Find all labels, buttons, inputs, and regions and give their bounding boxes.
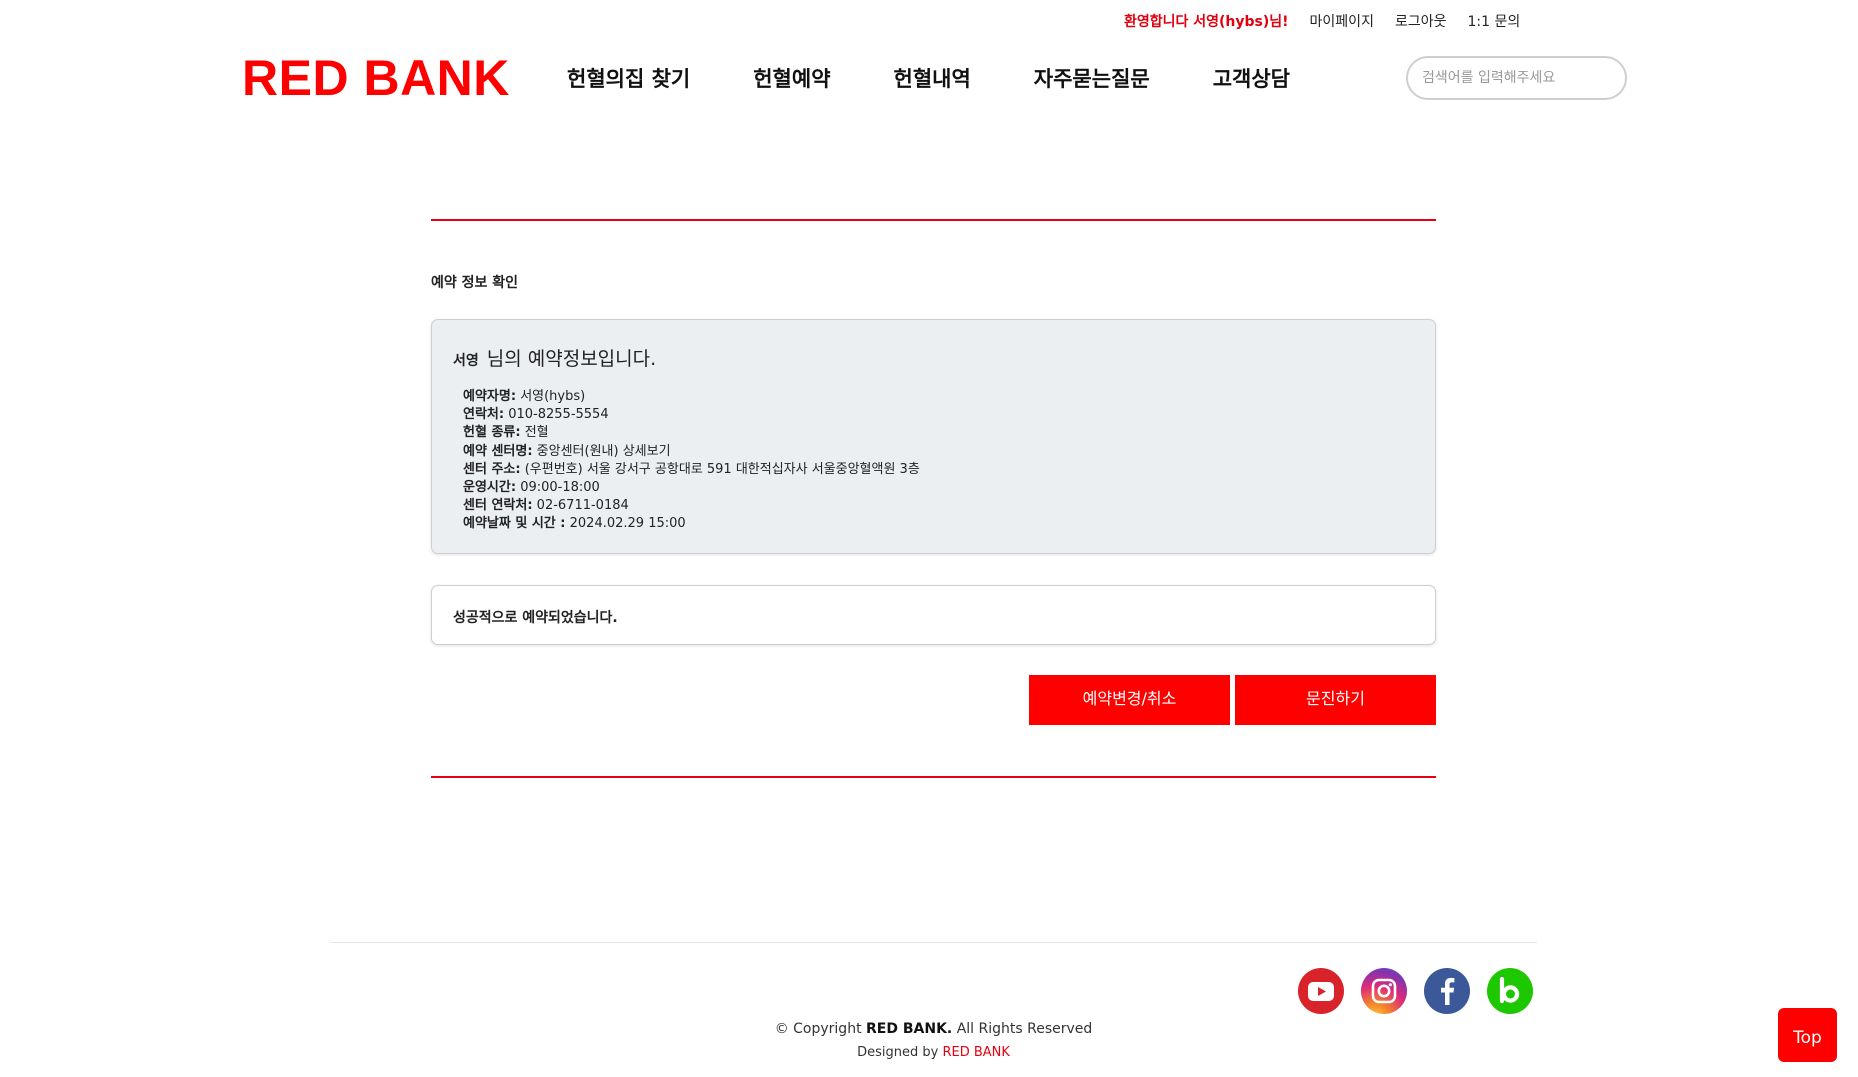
copyright: © Copyright RED BANK. All Rights Reserve… — [0, 1021, 1858, 1037]
info-label: 센터 주소: — [463, 461, 521, 477]
designed-prefix: Designed by — [857, 1045, 939, 1060]
nav-reservation[interactable]: 헌혈예약 — [753, 64, 830, 94]
facebook-icon[interactable] — [1424, 968, 1470, 1014]
band-icon[interactable] — [1487, 968, 1533, 1014]
info-label: 운영시간: — [463, 480, 517, 496]
sns-links — [1298, 968, 1533, 1014]
nav-find-center[interactable]: 헌혈의집 찾기 — [567, 64, 690, 94]
logo[interactable]: RED BANK — [242, 53, 510, 103]
greeting: 서영 님의 예약정보입니다. — [453, 344, 656, 371]
info-row: 운영시간: 09:00-18:00 — [463, 479, 920, 497]
info-row: 예약 센터명: 중앙센터(원내) 상세보기 — [463, 443, 920, 461]
nav-history[interactable]: 헌혈내역 — [894, 64, 971, 94]
scroll-top-button[interactable]: Top — [1778, 1008, 1837, 1062]
greeting-name: 서영 — [453, 353, 479, 369]
result-message: 성공적으로 예약되었습니다. — [453, 610, 618, 626]
mypage-link[interactable]: 마이페이지 — [1310, 11, 1374, 31]
search-input[interactable] — [1406, 56, 1627, 100]
top-divider — [431, 219, 1436, 221]
info-label: 예약 센터명: — [463, 443, 533, 459]
footer-divider — [330, 942, 1537, 943]
greeting-text: 님의 예약정보입니다. — [486, 348, 657, 370]
nav-faq[interactable]: 자주묻는질문 — [1034, 64, 1150, 94]
page-title: 예약 정보 확인 — [431, 275, 519, 291]
info-value: 2024.02.29 15:00 — [569, 516, 686, 532]
info-row: 예약자명: 서영(hybs) — [463, 388, 920, 406]
info-value: 010-8255-5554 — [508, 407, 609, 423]
instagram-icon[interactable] — [1361, 968, 1407, 1014]
utility-bar: 환영합니다 서영(hybs)님! 마이페이지 로그아웃 1:1 문의 — [1124, 10, 1520, 32]
questionnaire-button[interactable]: 문진하기 — [1235, 675, 1436, 725]
copyright-brand: RED BANK. — [866, 1021, 953, 1037]
youtube-icon[interactable] — [1298, 968, 1344, 1014]
bottom-divider — [431, 776, 1436, 778]
info-row: 연락처: 010-8255-5554 — [463, 406, 920, 424]
info-value[interactable]: 중앙센터(원내) 상세보기 — [537, 444, 671, 459]
inquiry-link[interactable]: 1:1 문의 — [1467, 11, 1520, 31]
copyright-suffix: All Rights Reserved — [956, 1021, 1093, 1037]
result-message-box: 성공적으로 예약되었습니다. — [431, 585, 1436, 645]
reservation-info-box: 서영 님의 예약정보입니다. 예약자명: 서영(hybs) 연락처: 010-8… — [431, 319, 1436, 554]
designed-by: Designed by RED BANK — [0, 1045, 1858, 1060]
info-value: 09:00-18:00 — [520, 480, 600, 496]
info-label: 예약자명: — [463, 389, 517, 404]
nav-support[interactable]: 고객상담 — [1213, 64, 1290, 94]
reservation-details: 예약자명: 서영(hybs) 연락처: 010-8255-5554 헌혈 종류:… — [463, 388, 920, 534]
welcome-message: 환영합니다 서영(hybs)님! — [1124, 14, 1289, 30]
info-label: 헌혈 종류: — [463, 425, 521, 441]
info-label: 연락처: — [463, 407, 505, 423]
edit-cancel-reservation-button[interactable]: 예약변경/취소 — [1029, 675, 1230, 725]
info-row: 센터 연락처: 02-6711-0184 — [463, 497, 920, 515]
info-value: 전혈 — [524, 425, 549, 441]
info-label: 센터 연락처: — [463, 498, 533, 514]
copyright-prefix: © Copyright — [774, 1021, 862, 1037]
info-row: 예약날짜 및 시간 : 2024.02.29 15:00 — [463, 515, 920, 533]
info-value: 02-6711-0184 — [536, 498, 629, 514]
info-value: 서영(hybs) — [520, 389, 586, 404]
logout-link[interactable]: 로그아웃 — [1395, 11, 1447, 31]
info-row: 센터 주소: (우편번호) 서울 강서구 공항대로 591 대한적십자사 서울중… — [463, 461, 920, 479]
main-nav: 헌혈의집 찾기 헌혈예약 헌혈내역 자주묻는질문 고객상담 — [567, 64, 1290, 94]
info-row: 헌혈 종류: 전혈 — [463, 424, 920, 442]
info-label: 예약날짜 및 시간 : — [463, 516, 566, 532]
designed-brand: RED BANK — [942, 1045, 1010, 1060]
info-value: (우편번호) 서울 강서구 공항대로 591 대한적십자사 서울중앙혈액원 3층 — [524, 461, 920, 477]
